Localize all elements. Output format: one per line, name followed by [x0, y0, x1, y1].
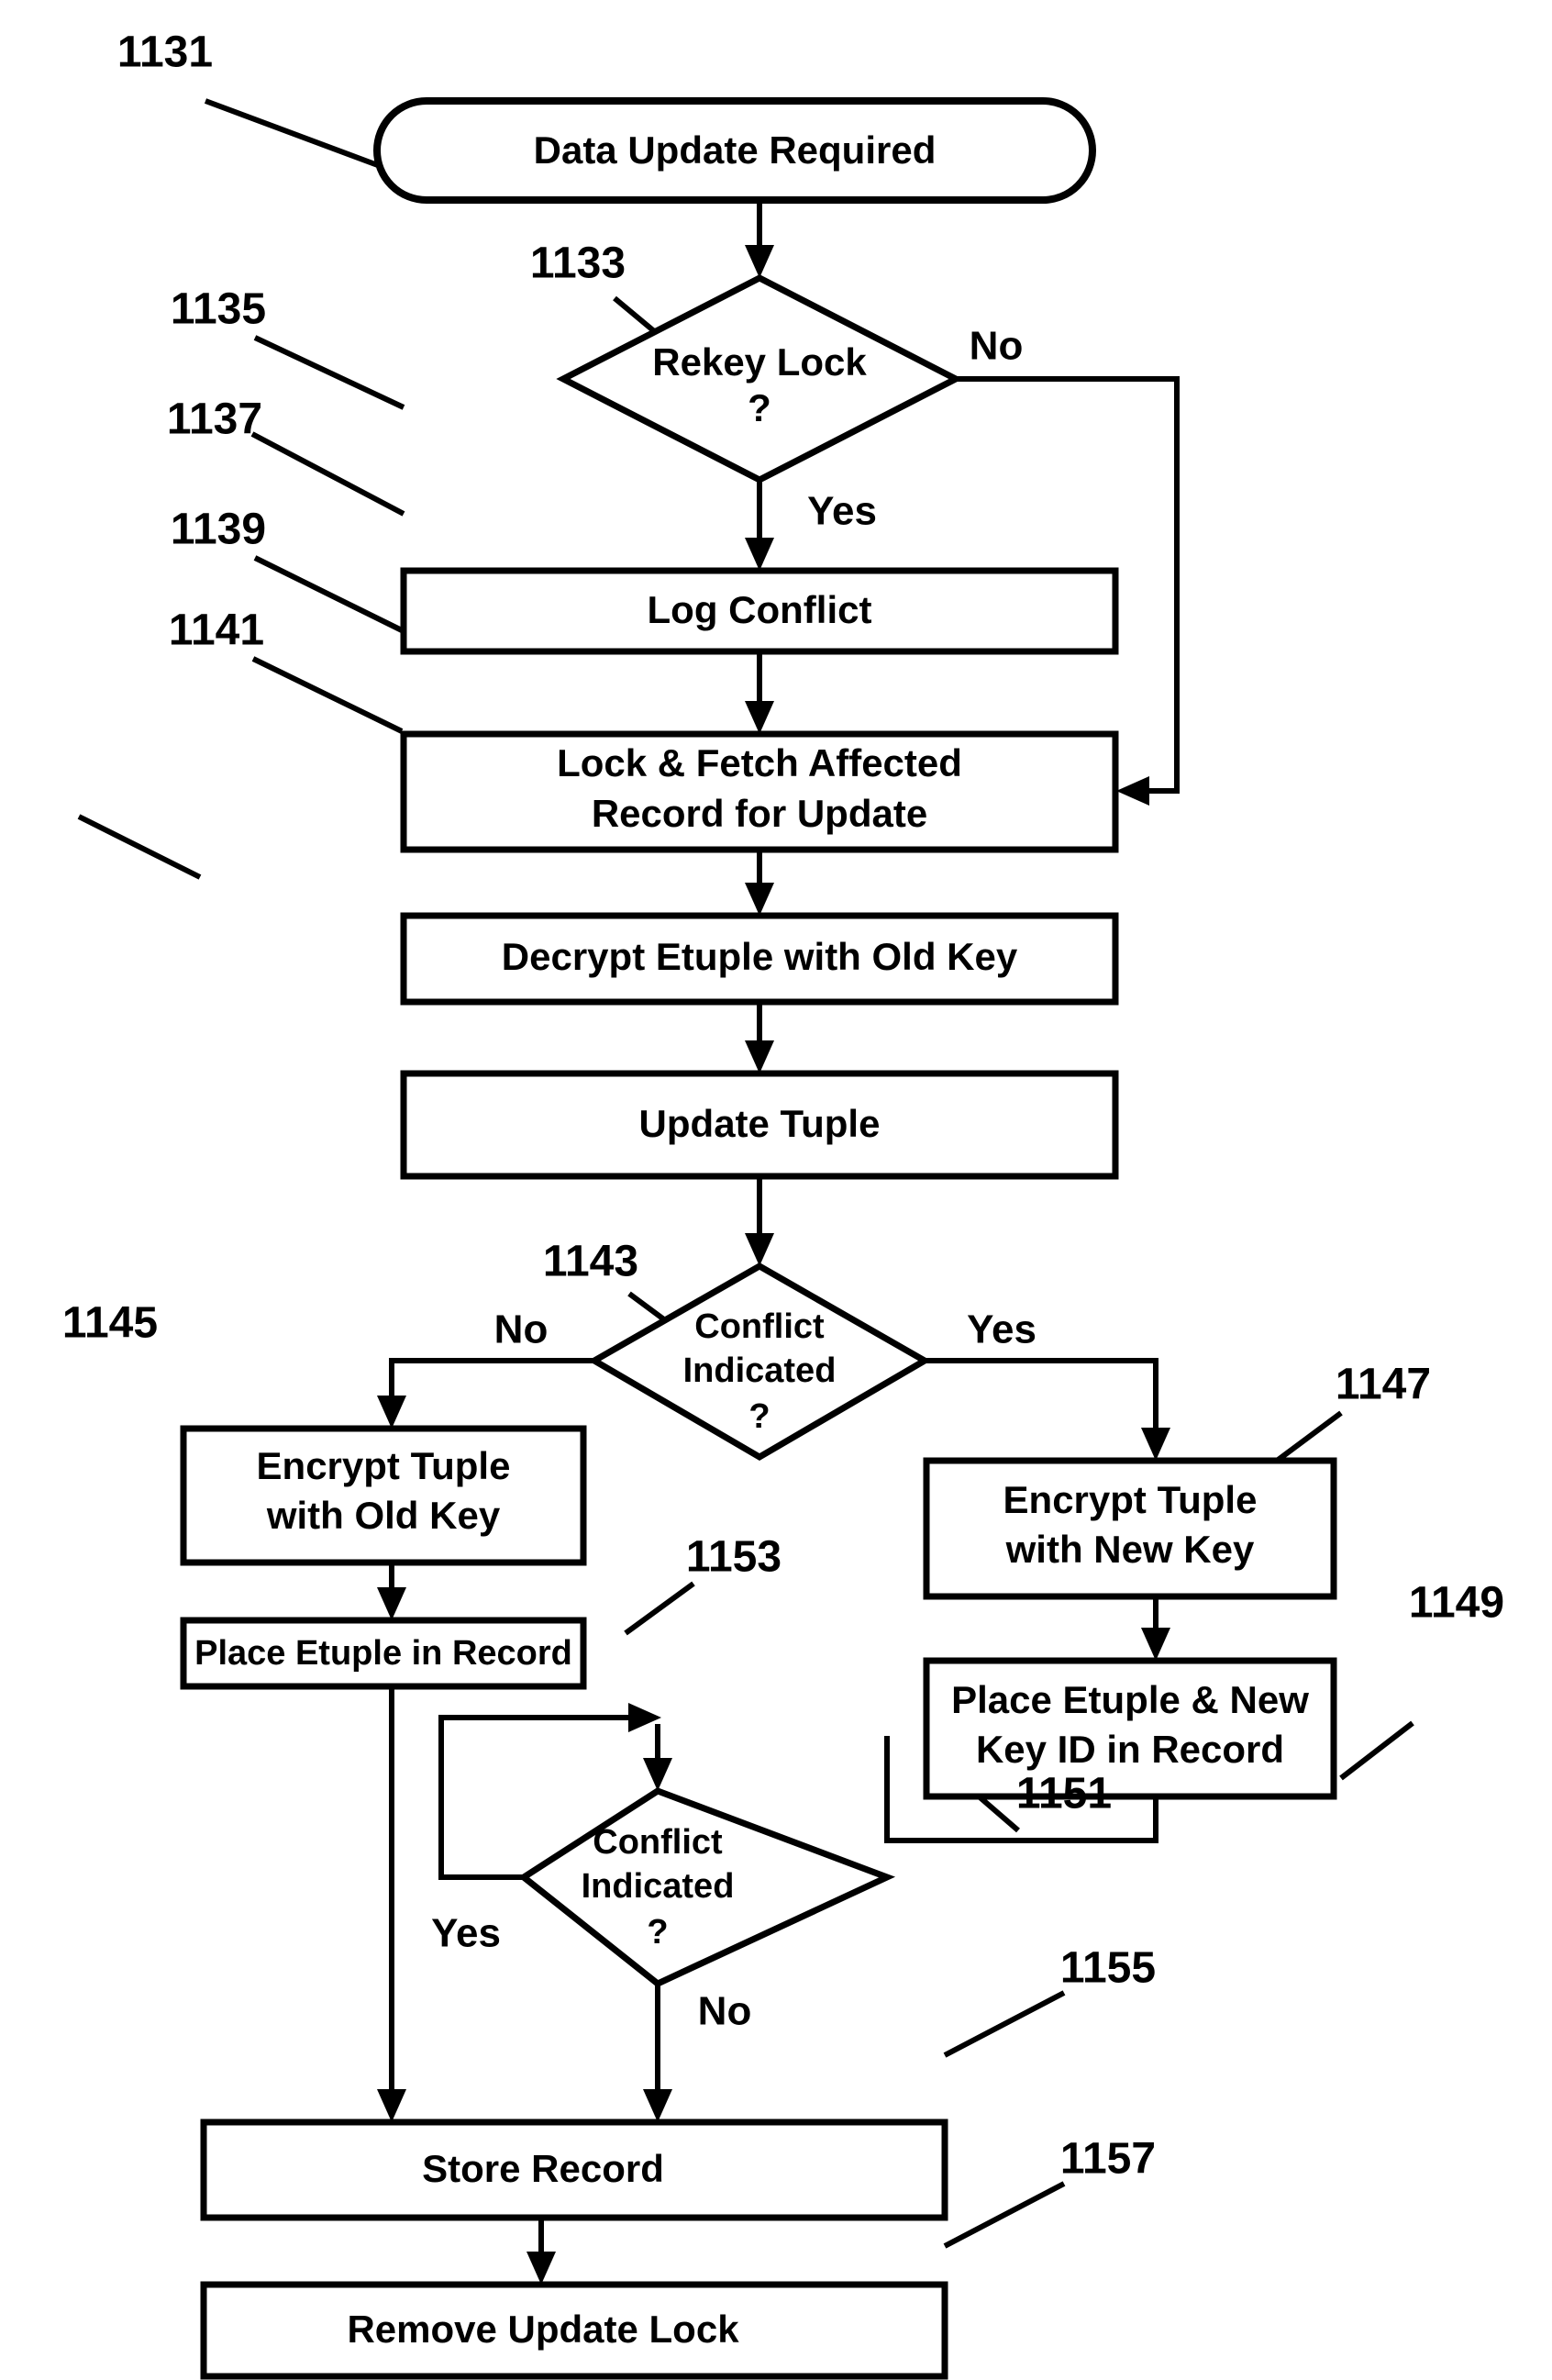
node-label-log-conflict: Log Conflict: [648, 588, 872, 631]
ref-numeral-1143: 1143: [543, 1238, 638, 1286]
node-label-encrypt-new-key-line2: with New Key: [1005, 1528, 1255, 1571]
node-label-place-etuple: Place Etuple in Record: [194, 1634, 572, 1673]
node-label-decrypt-etuple: Decrypt Etuple with Old Key: [502, 935, 1018, 978]
flowchart-figure: Data Update Required Rekey Lock ? Log Co…: [0, 0, 1552, 2380]
connector-decrypt-to-update: [745, 1000, 774, 1073]
connector-update-to-conflict1: [745, 1174, 774, 1266]
leader-1139: [253, 555, 405, 634]
connector-store-to-remove: [527, 2215, 556, 2285]
flowchart-canvas: Data Update Required Rekey Lock ? Log Co…: [62, 28, 1504, 2380]
ref-numeral-1137: 1137: [167, 395, 262, 444]
leader-1145: [77, 814, 202, 880]
node-label-conflict-indicated-2-line1: Conflict: [593, 1823, 723, 1862]
connector-lock-to-decrypt: [745, 849, 774, 916]
node-label-place-etuple-newkey-line1: Place Etuple & New: [951, 1678, 1309, 1721]
leader-1157: [943, 2181, 1066, 2249]
node-label-rekey-lock-line2: ?: [748, 386, 771, 429]
node-label-conflict-indicated-1-line2: Indicated: [683, 1351, 837, 1390]
ref-numeral-1155: 1155: [1060, 1944, 1156, 1993]
connector-conflict2-no: [643, 1984, 672, 2122]
ref-numeral-1151: 1151: [1016, 1770, 1112, 1818]
edge-label-conflict1-no: No: [494, 1307, 549, 1352]
ref-numeral-1141: 1141: [169, 606, 264, 655]
leader-1149: [1339, 1720, 1414, 1781]
connector-start-to-rekey: [745, 199, 774, 278]
node-label-lock-fetch-line1: Lock & Fetch Affected: [557, 741, 962, 784]
ref-numeral-1145: 1145: [62, 1299, 158, 1348]
ref-numeral-1131: 1131: [117, 28, 213, 77]
edge-label-rekey-no: No: [970, 324, 1024, 369]
leader-1133: [613, 295, 660, 338]
connector-log-to-lock: [745, 650, 774, 734]
leader-1153: [624, 1581, 695, 1636]
node-label-update-tuple: Update Tuple: [639, 1102, 881, 1145]
leader-1141: [251, 656, 404, 734]
node-label-encrypt-new-key-line1: Encrypt Tuple: [1003, 1478, 1258, 1521]
leader-1131: [204, 98, 384, 170]
node-label-conflict-indicated-1-line3: ?: [748, 1397, 770, 1436]
ref-numeral-1135: 1135: [171, 285, 266, 334]
connector-encryptnew-to-placenew: [1141, 1595, 1170, 1661]
node-label-encrypt-old-key-line1: Encrypt Tuple: [257, 1444, 511, 1487]
node-label-remove-update-lock: Remove Update Lock: [347, 2308, 739, 2351]
connector-conflict1-no: [377, 1358, 594, 1429]
node-label-encrypt-old-key-line2: with Old Key: [266, 1494, 501, 1537]
node-label-conflict-indicated-1-line1: Conflict: [694, 1307, 825, 1346]
connector-conflict1-yes: [925, 1358, 1170, 1461]
leader-1155: [943, 1990, 1066, 2058]
edge-label-conflict2-no: No: [698, 1989, 752, 2034]
connector-into-conflict2-top: [643, 1724, 672, 1791]
node-label-conflict-indicated-2-line2: Indicated: [582, 1867, 735, 1906]
ref-numeral-1153: 1153: [686, 1533, 782, 1582]
ref-numeral-1139: 1139: [171, 506, 266, 554]
node-label-conflict-indicated-2-line3: ?: [647, 1913, 668, 1952]
node-label-lock-fetch-line2: Record for Update: [592, 792, 927, 835]
node-label-store-record: Store Record: [422, 2147, 664, 2190]
node-label-place-etuple-newkey-line2: Key ID in Record: [976, 1728, 1284, 1771]
node-label-start: Data Update Required: [534, 128, 937, 172]
ref-numeral-1133: 1133: [530, 239, 626, 288]
edge-label-rekey-yes: Yes: [807, 489, 877, 534]
node-label-rekey-lock-line1: Rekey Lock: [652, 340, 867, 384]
ref-numeral-1157: 1157: [1060, 2135, 1156, 2184]
edge-label-conflict1-yes: Yes: [967, 1307, 1037, 1352]
ref-numeral-1149: 1149: [1409, 1579, 1504, 1628]
leader-1135: [253, 335, 405, 410]
leader-1137: [250, 431, 405, 517]
edge-label-conflict2-yes: Yes: [431, 1911, 501, 1956]
connector-encryptold-to-place: [377, 1561, 406, 1620]
ref-numeral-1147: 1147: [1336, 1361, 1431, 1409]
connector-place-to-store: [377, 1685, 406, 2122]
